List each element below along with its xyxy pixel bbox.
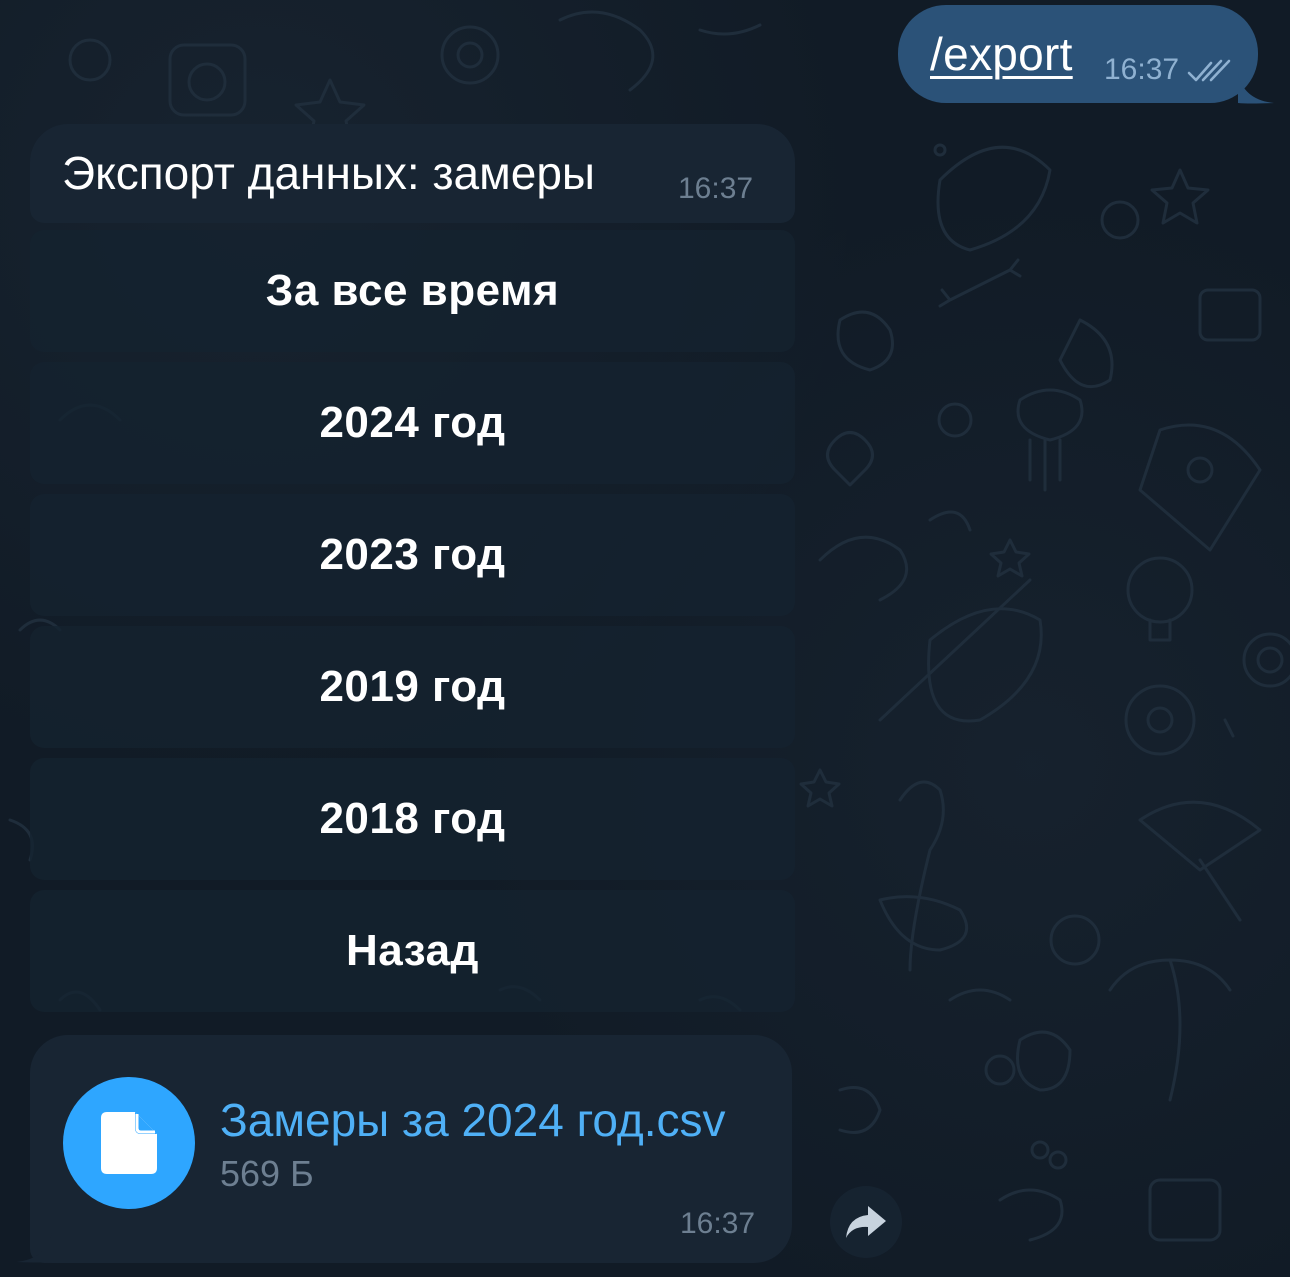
keyboard-button-2023[interactable]: 2023 год [30,494,795,616]
outgoing-message-meta: 16:37 [1104,53,1231,87]
incoming-bubble-tail [16,1233,52,1263]
export-command-link[interactable]: /export [930,27,1073,81]
outgoing-message-time: 16:37 [1104,53,1180,86]
document-icon [101,1112,157,1174]
file-download-button[interactable] [63,1077,195,1209]
keyboard-button-all-time[interactable]: За все время [30,230,795,352]
keyboard-button-back[interactable]: Назад [30,890,795,1012]
file-name-link[interactable]: Замеры за 2024 год.csv [220,1093,726,1147]
keyboard-button-2019[interactable]: 2019 год [30,626,795,748]
outgoing-message-bubble[interactable]: /export 16:37 [898,5,1258,103]
keyboard-button-2024[interactable]: 2024 год [30,362,795,484]
forward-button[interactable] [830,1186,902,1258]
incoming-message-text: Экспорт данных: замеры [62,147,595,199]
forward-arrow-icon [846,1206,886,1238]
file-message-bubble[interactable]: Замеры за 2024 год.csv 569 Б 16:37 [30,1035,792,1263]
double-check-icon [1187,59,1231,82]
incoming-message-bubble[interactable]: Экспорт данных: замеры 16:37 [30,124,795,223]
outgoing-bubble-tail [1238,74,1274,104]
file-message-time: 16:37 [680,1207,756,1240]
file-size: 569 Б [220,1153,314,1194]
keyboard-button-2018[interactable]: 2018 год [30,758,795,880]
incoming-message-time: 16:37 [678,172,754,205]
